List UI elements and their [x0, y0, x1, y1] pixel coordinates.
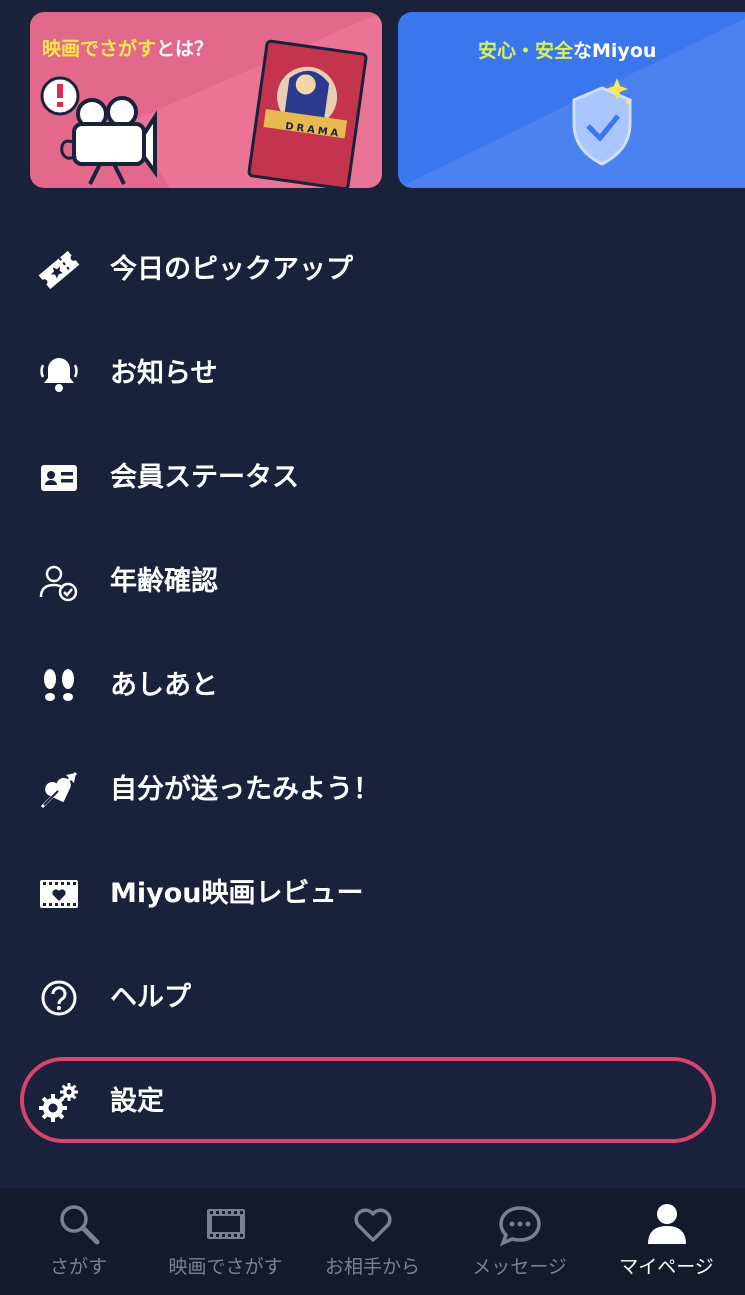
- person-icon: [647, 1204, 686, 1244]
- menu-item-help[interactable]: ヘルプ: [0, 946, 745, 1050]
- movie-banner-title: 映画でさがすとは？: [42, 38, 214, 60]
- chat-icon: [498, 1206, 541, 1246]
- settings-highlight-ring: [20, 1057, 716, 1143]
- menu-item-age-verification[interactable]: 年齢確認: [0, 530, 745, 634]
- menu-label: Miyou映画レビュー: [110, 878, 364, 909]
- film-icon: [206, 1209, 245, 1239]
- search-icon: [59, 1205, 99, 1245]
- menu-label: ヘルプ: [110, 982, 191, 1013]
- tab-label: メッセージ: [472, 1256, 567, 1278]
- menu-item-movie-review[interactable]: Miyou映画レビュー: [0, 842, 745, 946]
- member-card-icon: [41, 465, 77, 491]
- bell-icon: [40, 358, 78, 392]
- bottom-tab-bar: さがす 映画でさがす お相手から メッセージ マイページ: [0, 1188, 745, 1295]
- menu-item-member-status[interactable]: 会員ステータス: [0, 426, 745, 530]
- tab-from-partner[interactable]: お相手から: [298, 1188, 447, 1295]
- tab-label: マイページ: [619, 1256, 714, 1278]
- tab-label: お相手から: [324, 1256, 420, 1278]
- menu-item-pickup[interactable]: 今日のピックアップ: [0, 218, 745, 322]
- tab-messages[interactable]: メッセージ: [445, 1188, 594, 1295]
- tab-movie-search[interactable]: 映画でさがす: [151, 1188, 300, 1295]
- safety-banner-title: 安心・安全なMiyou: [478, 40, 657, 62]
- heart-arrow-icon: [40, 771, 78, 809]
- menu-label: あしあと: [110, 670, 218, 701]
- tab-search[interactable]: さがす: [4, 1188, 153, 1295]
- user-check-icon: [39, 565, 78, 602]
- tab-label: さがす: [49, 1256, 107, 1278]
- help-icon: [41, 980, 77, 1016]
- menu-item-sent-likes[interactable]: 自分が送ったみよう！: [0, 738, 745, 842]
- footprints-icon: [44, 669, 74, 701]
- banner-carousel: 映画でさがすとは？ DRAMA 安心・安全なMiyou: [30, 12, 745, 188]
- menu-label: お知らせ: [110, 358, 218, 389]
- menu-label: 今日のピックアップ: [110, 254, 353, 285]
- ticket-icon: [38, 250, 80, 290]
- menu-label: 自分が送ったみよう！: [110, 774, 380, 805]
- menu-label: 年齢確認: [110, 566, 218, 597]
- movie-search-banner[interactable]: 映画でさがすとは？ DRAMA: [30, 12, 382, 188]
- menu-label: 会員ステータス: [110, 462, 299, 493]
- heart-icon: [354, 1208, 391, 1242]
- menu-item-footprints[interactable]: あしあと: [0, 634, 745, 738]
- safety-banner[interactable]: 安心・安全なMiyou: [398, 12, 745, 188]
- tab-mypage[interactable]: マイページ: [592, 1188, 741, 1295]
- menu-item-notifications[interactable]: お知らせ: [0, 322, 745, 426]
- tab-label: 映画でさがす: [168, 1256, 283, 1278]
- film-heart-icon: [40, 880, 78, 908]
